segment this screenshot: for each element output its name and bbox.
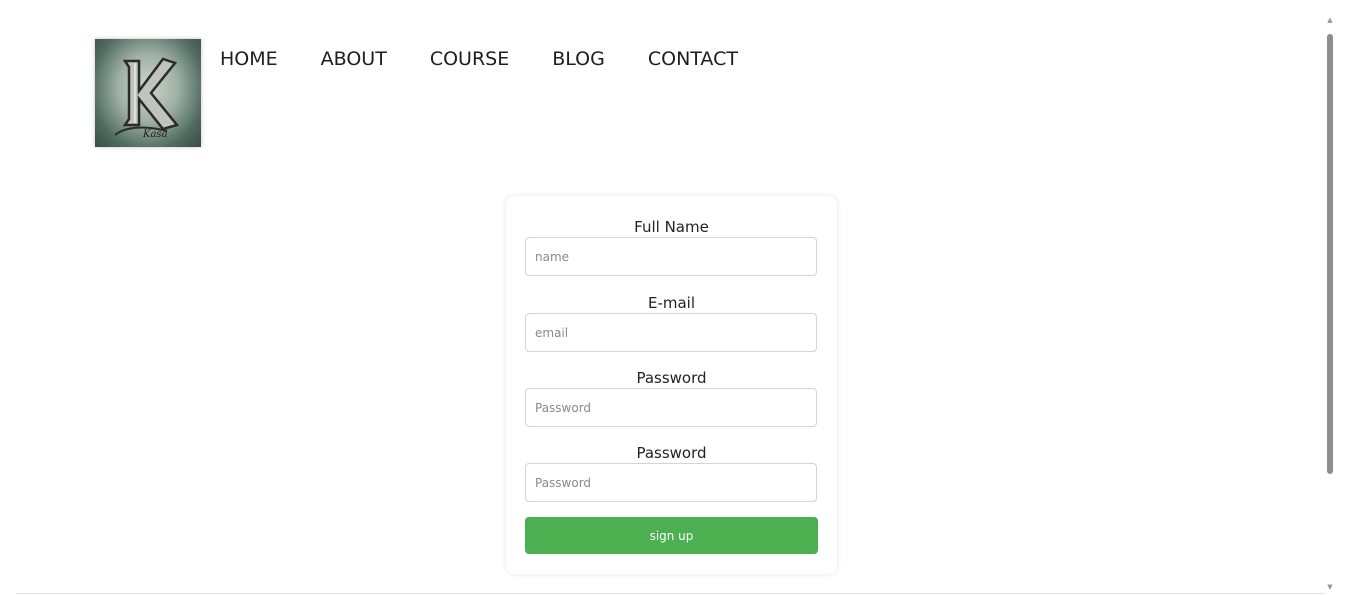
nav-item-home[interactable]: HOME [220,46,278,72]
nav-item-course[interactable]: COURSE [430,46,509,72]
logo-graphic: Kasa [114,57,180,140]
password-input[interactable] [525,388,817,427]
site-logo[interactable]: Kasa [95,39,201,147]
nav-item-about[interactable]: ABOUT [321,46,387,72]
sign-up-button[interactable]: sign up [525,517,818,554]
password-label: Password [636,369,707,387]
vertical-scrollbar[interactable]: ▲ ▼ [1326,16,1334,591]
confirm-password-input[interactable] [525,463,817,502]
scroll-thumb[interactable] [1327,34,1333,474]
full-name-label: Full Name [634,218,709,236]
bottom-divider [16,593,1325,594]
page: Kasa HOME ABOUT COURSE BLOG CONTACT Full… [0,0,1350,595]
email-label: E-mail [647,294,696,312]
confirm-password-label: Password [636,444,707,462]
signup-form: Full Name E-mail Password Password sign … [506,196,837,574]
scroll-up-icon[interactable]: ▲ [1326,16,1334,24]
logo-script-text: Kasa [142,129,168,140]
email-input[interactable] [525,313,817,352]
nav-item-blog[interactable]: BLOG [552,46,605,72]
main-nav: HOME ABOUT COURSE BLOG CONTACT [220,46,781,72]
scroll-down-icon[interactable]: ▼ [1326,583,1334,591]
full-name-input[interactable] [525,237,817,276]
nav-item-contact[interactable]: CONTACT [648,46,738,72]
